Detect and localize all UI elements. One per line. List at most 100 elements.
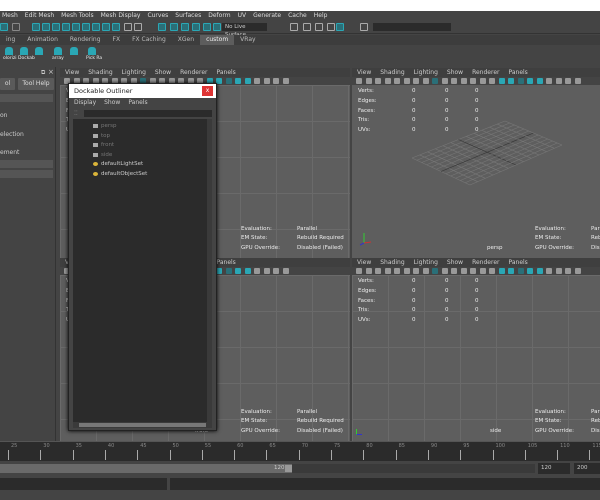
- viewport-tool-icon[interactable]: [479, 268, 486, 274]
- viewport-persp[interactable]: View Shading Lighting Show Renderer Panels Ver…: [352, 68, 600, 258]
- viewport-menu-item[interactable]: Panels: [216, 259, 235, 266]
- menu-item[interactable]: Cache: [288, 12, 307, 19]
- outliner-search-input[interactable]: [84, 110, 212, 117]
- outliner-item[interactable]: top: [93, 133, 110, 139]
- viewport-tool-icon[interactable]: [375, 78, 381, 84]
- vertical-scrollbar[interactable]: [207, 119, 212, 422]
- tool-icon[interactable]: [203, 23, 211, 31]
- tool-icon[interactable]: [303, 23, 311, 31]
- shelf-item-icon[interactable]: [20, 47, 28, 55]
- menu-item[interactable]: Mesh Display: [101, 12, 141, 19]
- viewport-tool-icon[interactable]: [470, 78, 476, 84]
- shelf-tab[interactable]: ing: [0, 35, 21, 45]
- viewport-tool-icon[interactable]: [489, 78, 495, 84]
- viewport-menu-item[interactable]: Lighting: [122, 69, 146, 76]
- tool-icon[interactable]: [124, 23, 132, 31]
- end-time-field[interactable]: 120: [538, 463, 570, 474]
- viewport-tool-icon[interactable]: [225, 78, 232, 84]
- shelf-tab[interactable]: VRay: [234, 35, 261, 45]
- viewport-tool-icon[interactable]: [555, 78, 562, 84]
- shelf-item-icon[interactable]: [54, 47, 62, 55]
- viewport-tool-icon[interactable]: [235, 268, 241, 274]
- menu-item[interactable]: Surfaces: [175, 12, 201, 19]
- viewport-menu-item[interactable]: View: [357, 259, 371, 266]
- viewport-tool-icon[interactable]: [413, 268, 419, 274]
- range-bar[interactable]: [0, 464, 292, 473]
- shelf-tab[interactable]: FX Caching: [126, 35, 172, 45]
- viewport-tool-icon[interactable]: [432, 78, 438, 84]
- time-slider[interactable]: 25 30 35 40 45 50 55 60 65 70 75 80 85 90 95 100 105 110 1…: [0, 441, 600, 461]
- tool-icon[interactable]: [158, 23, 166, 31]
- viewport-side[interactable]: View Shading Lighting Show Renderer Panels Ver…: [352, 258, 600, 441]
- viewport-tool-icon[interactable]: [574, 268, 581, 274]
- viewport-tool-icon[interactable]: [235, 78, 241, 84]
- viewport-menu-item[interactable]: Shading: [380, 69, 404, 76]
- outliner-menu-item[interactable]: Panels: [128, 99, 147, 106]
- tool-icon[interactable]: [52, 23, 60, 31]
- viewport-tool-icon[interactable]: [356, 268, 362, 274]
- viewport-tool-icon[interactable]: [356, 78, 362, 84]
- viewport-tool-icon[interactable]: [470, 268, 476, 274]
- viewport-tool-icon[interactable]: [403, 78, 410, 84]
- section-header[interactable]: [0, 170, 53, 178]
- viewport-tool-icon[interactable]: [527, 268, 533, 274]
- tool-icon[interactable]: [336, 23, 344, 31]
- viewport-tool-icon[interactable]: [384, 268, 391, 274]
- viewport-tool-icon[interactable]: [254, 268, 260, 274]
- outliner-item[interactable]: persp: [93, 123, 117, 129]
- shelf-tab[interactable]: XGen: [172, 35, 200, 45]
- viewport-tool-icon[interactable]: [498, 268, 505, 274]
- menu-item[interactable]: Edit Mesh: [25, 12, 54, 19]
- viewport-menu-item[interactable]: Show: [155, 69, 171, 76]
- shelf-item-icon[interactable]: [5, 47, 13, 55]
- viewport-tool-icon[interactable]: [489, 268, 495, 274]
- tool-icon[interactable]: [32, 23, 40, 31]
- viewport-tool-icon[interactable]: [536, 78, 543, 84]
- viewport-tool-icon[interactable]: [273, 78, 279, 84]
- shelf-tab[interactable]: Rendering: [64, 35, 107, 45]
- viewport-tool-icon[interactable]: [555, 268, 562, 274]
- outliner-menu-item[interactable]: Show: [104, 99, 120, 106]
- viewport-tool-icon[interactable]: [565, 268, 571, 274]
- shelf-tab[interactable]: Animation: [21, 35, 64, 45]
- viewport-tool-icon[interactable]: [508, 268, 514, 274]
- viewport-tool-icon[interactable]: [498, 78, 505, 84]
- tool-icon[interactable]: [72, 23, 80, 31]
- outliner-item[interactable]: side: [93, 152, 112, 158]
- viewport-tool-icon[interactable]: [365, 78, 372, 84]
- viewport-tool-icon[interactable]: [273, 268, 279, 274]
- outliner-menu-item[interactable]: Display: [74, 99, 96, 106]
- tool-icon[interactable]: [290, 23, 298, 31]
- menu-item[interactable]: Generate: [253, 12, 281, 19]
- range-handle[interactable]: [285, 465, 292, 472]
- viewport-tool-icon[interactable]: [422, 268, 429, 274]
- viewport-menu-item[interactable]: View: [65, 69, 79, 76]
- outliner-item[interactable]: front: [93, 142, 114, 148]
- reset-tool-button[interactable]: ol: [0, 78, 15, 90]
- input-field[interactable]: [373, 23, 451, 31]
- tool-icon[interactable]: [315, 23, 323, 31]
- float-icon[interactable]: ⧉: [41, 69, 45, 77]
- outliner-item[interactable]: defaultLightSet: [93, 161, 143, 167]
- viewport-tool-icon[interactable]: [365, 268, 372, 274]
- viewport-tool-icon[interactable]: [441, 78, 448, 84]
- viewport-tool-icon[interactable]: [451, 78, 457, 84]
- viewport-menu-item[interactable]: Panels: [508, 259, 527, 266]
- tool-icon[interactable]: [0, 23, 8, 31]
- tool-icon[interactable]: [192, 23, 200, 31]
- viewport-menu-item[interactable]: Shading: [380, 259, 404, 266]
- filter-icon[interactable]: ⁚⁚: [74, 110, 78, 117]
- viewport-tool-icon[interactable]: [422, 78, 429, 84]
- menu-item[interactable]: UV: [238, 12, 247, 19]
- viewport-menu-item[interactable]: View: [357, 69, 371, 76]
- horizontal-scrollbar[interactable]: [73, 422, 212, 428]
- shelf-tab[interactable]: custom: [200, 35, 235, 45]
- tool-icon[interactable]: [102, 23, 110, 31]
- viewport-tool-icon[interactable]: [527, 78, 533, 84]
- viewport-tool-icon[interactable]: [574, 78, 581, 84]
- viewport-menu-item[interactable]: Renderer: [472, 259, 499, 266]
- viewport-tool-icon[interactable]: [394, 78, 400, 84]
- tool-icon[interactable]: [327, 23, 335, 31]
- menu-item[interactable]: Help: [314, 12, 328, 19]
- section-header[interactable]: [0, 94, 53, 102]
